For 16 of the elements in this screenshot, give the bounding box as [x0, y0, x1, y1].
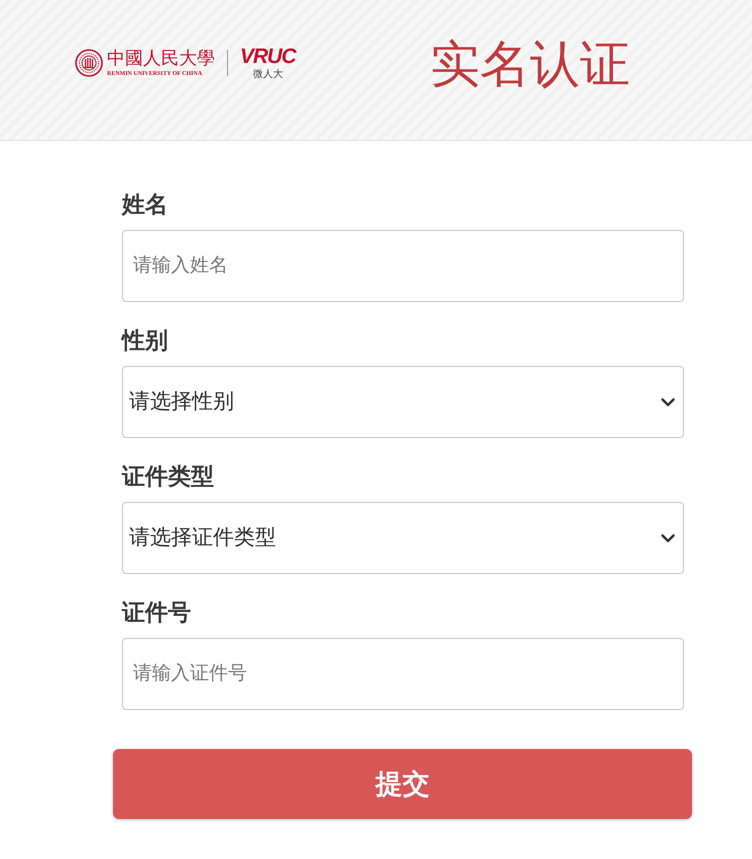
university-seal-icon: [75, 49, 103, 77]
gender-label: 性别: [122, 326, 168, 355]
page-title: 实名认证: [430, 35, 630, 94]
name-input[interactable]: 请输入姓名: [122, 230, 684, 302]
id-type-select[interactable]: 请选择证件类型: [122, 502, 684, 574]
vruc-logo-subtitle: 微人大: [252, 68, 283, 80]
gender-select[interactable]: 请选择性别: [122, 366, 684, 438]
id-type-label: 证件类型: [122, 462, 214, 491]
id-number-input[interactable]: 请输入证件号: [122, 638, 684, 710]
vruc-logo-text: VRUC: [240, 46, 296, 68]
chevron-down-icon: [661, 398, 675, 406]
id-number-label: 证件号: [122, 598, 191, 627]
name-label: 姓名: [122, 190, 168, 219]
chevron-down-icon: [661, 534, 675, 542]
submit-button[interactable]: 提交: [113, 749, 692, 819]
university-name-chinese: 中國人民大學: [107, 48, 215, 68]
